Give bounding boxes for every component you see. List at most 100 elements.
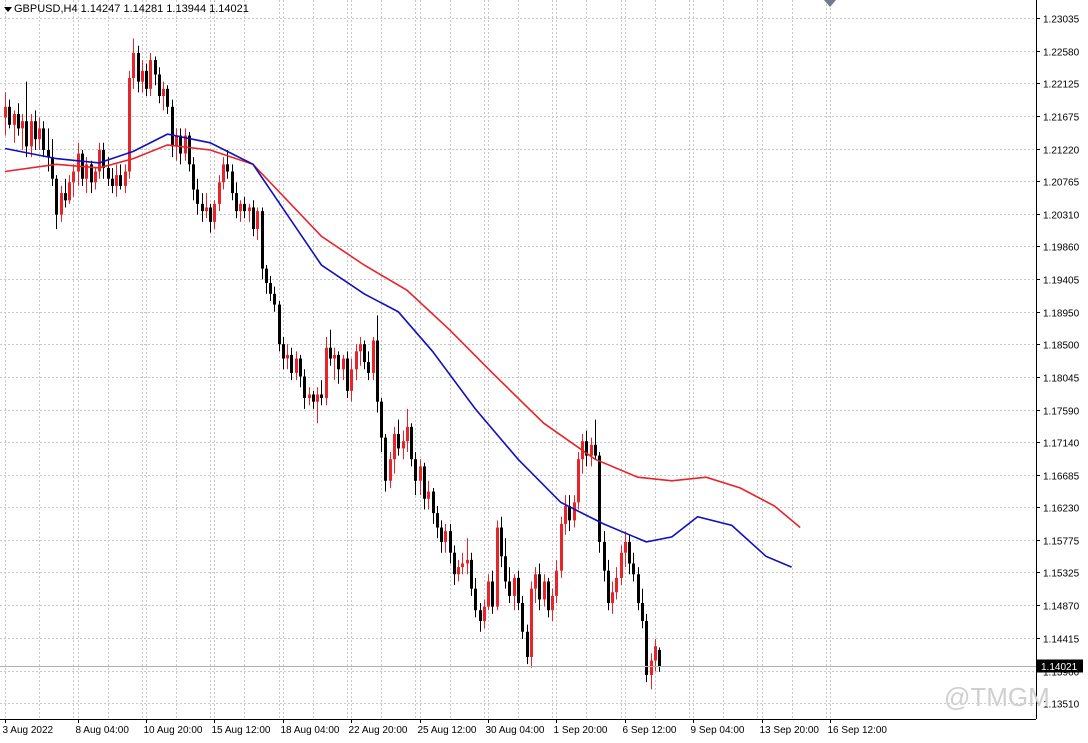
candle-body	[128, 78, 131, 172]
candle	[30, 114, 33, 158]
x-tick-label: 10 Aug 20:00	[144, 725, 203, 736]
candle	[436, 505, 439, 539]
candle	[218, 175, 221, 212]
candle	[496, 520, 499, 611]
candle	[154, 56, 157, 86]
candle-body	[239, 203, 242, 212]
price-chart[interactable]: 1.23035 1.22580 1.22125 1.21675 1.21220 1.207…	[0, 0, 1088, 738]
y-tick-label: 1.18045	[1043, 374, 1080, 385]
axes-layer: 1.23035 1.22580 1.22125 1.21675 1.21220 1.207…	[0, 0, 1083, 736]
candle	[530, 581, 533, 668]
candle	[449, 523, 452, 564]
candle-body	[102, 149, 105, 168]
candle	[551, 588, 554, 622]
x-tick-label: 9 Sep 04:00	[691, 725, 745, 736]
candle-body	[346, 358, 349, 391]
candle	[581, 434, 584, 474]
y-tick-label: 1.22125	[1043, 80, 1080, 91]
candle-body	[124, 171, 127, 186]
candle-body	[201, 203, 204, 212]
candle	[17, 103, 20, 136]
candles-layer	[4, 38, 661, 690]
x-tick-label: 6 Sep 12:00	[623, 725, 677, 736]
candle-body	[209, 207, 212, 222]
y-tick-label: 1.20310	[1043, 211, 1080, 222]
candle-body	[611, 592, 614, 604]
candle-body	[316, 394, 319, 402]
candle-body	[419, 466, 422, 481]
candle-body	[427, 491, 430, 499]
candle-body	[538, 574, 541, 600]
candle-body	[269, 283, 272, 294]
candle-body	[414, 459, 417, 481]
candle-body	[337, 354, 340, 370]
candle	[278, 300, 281, 352]
candle	[162, 81, 165, 111]
candle	[461, 552, 464, 575]
candle-body	[119, 175, 122, 186]
candle	[98, 142, 101, 179]
candle-body	[432, 491, 435, 514]
candle	[406, 408, 409, 453]
candle-body	[449, 531, 452, 553]
symbol-menu-triangle-icon[interactable]	[4, 7, 12, 12]
candle-body	[30, 121, 33, 147]
chart-canvas[interactable]: 1.23035 1.22580 1.22125 1.21675 1.21220 1.207…	[0, 0, 1088, 738]
y-tick-label: 1.15775	[1043, 537, 1080, 548]
candle	[487, 574, 490, 611]
candle	[419, 459, 422, 496]
candle-body	[154, 60, 157, 75]
candle-body	[179, 135, 182, 154]
candle	[573, 495, 576, 528]
candle	[650, 653, 653, 690]
candle-body	[457, 567, 460, 575]
candle-body	[423, 466, 426, 499]
candle	[577, 452, 580, 510]
y-tick-label: 1.14415	[1043, 635, 1080, 646]
candle-body	[641, 603, 644, 622]
candle-body	[132, 52, 135, 79]
candle	[410, 423, 413, 467]
candle	[308, 387, 311, 406]
x-tick-label: 13 Sep 20:00	[760, 725, 820, 736]
candle-body	[231, 171, 234, 194]
x-tick-label: 22 Aug 20:00	[349, 725, 408, 736]
candle-body	[384, 437, 387, 481]
candle-body	[252, 207, 255, 230]
candle	[658, 647, 661, 672]
candle	[256, 207, 259, 240]
candle	[560, 516, 563, 578]
candle-body	[513, 577, 516, 596]
x-tick-label: 16 Sep 12:00	[828, 725, 888, 736]
candle	[372, 336, 375, 381]
chart-shift-triangle-icon[interactable]	[824, 0, 836, 7]
candle-body	[265, 268, 268, 284]
candle-body	[107, 167, 110, 179]
candle	[641, 588, 644, 629]
candle-body	[491, 581, 494, 607]
candle	[397, 419, 400, 456]
candle-body	[594, 444, 597, 456]
candle	[479, 603, 482, 632]
candle-body	[389, 459, 392, 481]
ma-fast-line	[4, 133, 792, 568]
candle	[222, 157, 225, 190]
grid-layer	[0, 0, 1036, 719]
candle-body	[504, 556, 507, 582]
candle-body	[308, 394, 311, 399]
candle	[25, 81, 28, 158]
candle-body	[137, 52, 140, 82]
candle	[316, 387, 319, 424]
candle-body	[624, 541, 627, 553]
candle-body	[175, 135, 178, 147]
y-tick-label: 1.20765	[1043, 178, 1080, 189]
candle-body	[188, 135, 191, 165]
candle-body	[342, 358, 345, 370]
candle	[645, 613, 648, 683]
candle-body	[34, 121, 37, 140]
candle	[470, 552, 473, 596]
symbol-label: GBPUSD,H4	[14, 3, 78, 15]
candle-body	[325, 347, 328, 399]
moving-averages-layer	[4, 133, 801, 568]
y-tick-label: 1.14870	[1043, 602, 1080, 613]
